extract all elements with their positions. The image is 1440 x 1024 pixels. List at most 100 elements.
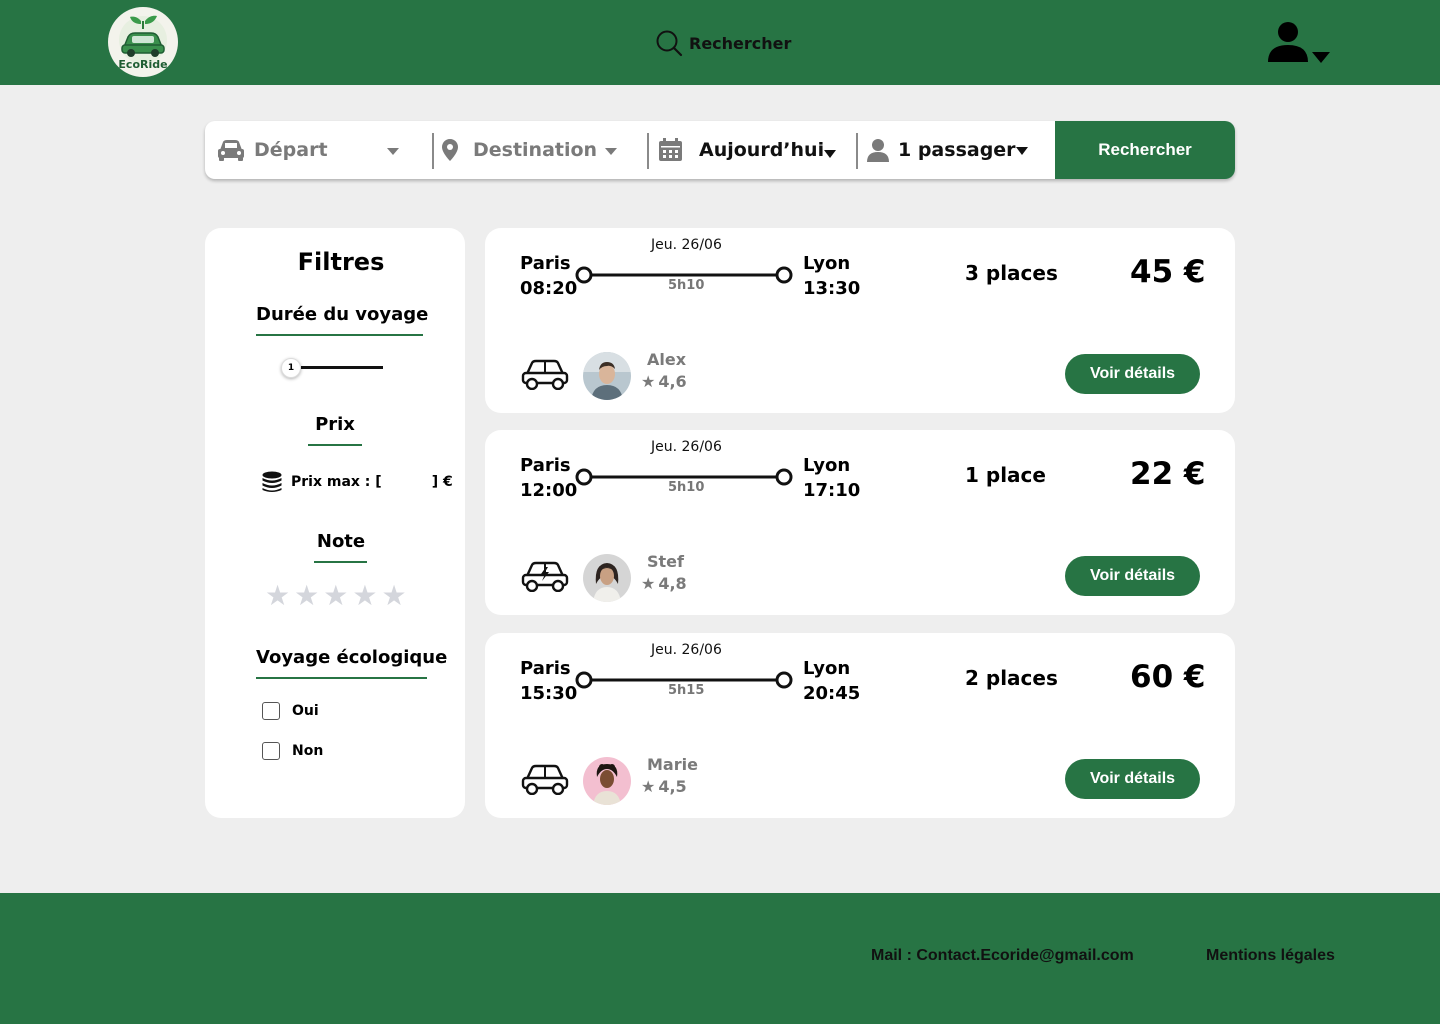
driver-rating: ★ 4,8 — [641, 574, 687, 593]
chevron-down-icon — [1312, 52, 1330, 63]
vehicle — [521, 560, 569, 596]
section-underline — [256, 677, 427, 679]
driver-photo — [583, 352, 631, 400]
footer: Mail : Contact.Ecoride@gmail.com Mention… — [0, 893, 1440, 1024]
duration-slider-track[interactable] — [301, 366, 383, 369]
max-price-suffix: ] € — [431, 474, 453, 490]
rating-stars[interactable]: ★ ★ ★ ★ ★ — [265, 581, 407, 611]
departure-time: 08:20 — [520, 278, 578, 299]
section-underline — [256, 334, 423, 336]
vehicle — [521, 763, 569, 799]
header-search[interactable]: Rechercher — [655, 28, 791, 58]
view-details-button[interactable]: Voir détails — [1065, 354, 1200, 394]
checkbox[interactable] — [262, 742, 280, 760]
driver-name: Stef — [647, 552, 684, 571]
view-details-button[interactable]: Voir détails — [1065, 759, 1200, 799]
arrival-time: 13:30 — [803, 278, 861, 299]
user-icon — [867, 139, 889, 162]
top-header: EcoRide Rechercher — [0, 0, 1440, 85]
star-icon[interactable]: ★ — [352, 581, 377, 611]
seats-available: 2 places — [965, 666, 1058, 690]
trip-duration: 5h10 — [668, 480, 705, 495]
star-icon[interactable]: ★ — [265, 581, 290, 611]
departure-info: Paris 12:00 — [520, 453, 577, 503]
ecoride-logo[interactable]: EcoRide — [108, 7, 178, 77]
eco-option-no[interactable]: Non — [262, 742, 323, 760]
driver-rating-value: 4,8 — [658, 574, 687, 593]
departure-placeholder: Départ — [254, 139, 328, 161]
filters-title: Filtres — [297, 248, 385, 276]
max-price-input[interactable]: Prix max : [ ] € — [261, 471, 453, 493]
star-icon[interactable]: ★ — [323, 581, 348, 611]
trip-price: 60 € — [1130, 659, 1206, 695]
search-submit-button[interactable]: Rechercher — [1055, 121, 1235, 179]
footer-contact-mail[interactable]: Mail : Contact.Ecoride@gmail.com — [871, 947, 1134, 965]
chevron-down-icon — [605, 148, 617, 155]
eco-option-yes[interactable]: Oui — [262, 702, 319, 720]
driver-photo — [583, 554, 631, 602]
star-icon: ★ — [641, 777, 656, 796]
trip-duration: 5h10 — [668, 278, 705, 293]
view-details-button[interactable]: Voir détails — [1065, 556, 1200, 596]
departure-city: Paris — [520, 658, 571, 679]
logo-text: EcoRide — [118, 58, 168, 71]
passengers-field[interactable]: 1 passager — [866, 121, 1046, 179]
calendar-icon — [659, 138, 682, 161]
car-icon — [521, 359, 569, 391]
departure-time: 15:30 — [520, 683, 578, 704]
filters-panel: Filtres Durée du voyage 1 Prix Prix max … — [205, 228, 465, 818]
departure-city: Paris — [520, 253, 571, 274]
divider — [856, 133, 858, 169]
trip-price: 45 € — [1130, 254, 1206, 290]
duration-filter-title: Durée du voyage — [256, 304, 429, 325]
seats-available: 3 places — [965, 261, 1058, 285]
driver-avatar — [583, 757, 631, 805]
trip-date: Jeu. 26/06 — [651, 642, 722, 658]
map-pin-icon — [442, 139, 458, 161]
star-icon[interactable]: ★ — [381, 581, 406, 611]
chevron-down-icon — [1016, 147, 1028, 155]
seats-available: 1 place — [965, 463, 1046, 487]
search-icon — [656, 30, 683, 57]
arrival-info: Lyon 20:45 — [803, 656, 860, 706]
date-field[interactable]: Aujourd’hui — [658, 121, 848, 179]
departure-info: Paris 15:30 — [520, 656, 577, 706]
arrival-city: Lyon — [803, 658, 851, 679]
chevron-down-icon — [824, 150, 836, 158]
car-icon — [218, 140, 244, 161]
driver-avatar — [583, 554, 631, 602]
eco-option-label: Non — [292, 743, 324, 759]
driver-avatar — [583, 352, 631, 400]
driver-rating-value: 4,6 — [658, 372, 687, 391]
car-icon — [521, 764, 569, 796]
header-search-label: Rechercher — [689, 33, 792, 53]
date-value: Aujourd’hui — [699, 139, 825, 161]
destination-field[interactable]: Destination — [441, 121, 641, 179]
user-icon — [1268, 22, 1330, 63]
departure-city: Paris — [520, 455, 571, 476]
trip-card: Jeu. 26/06 Paris 08:20 5h10 Lyon 13:30 3… — [485, 228, 1235, 413]
arrival-city: Lyon — [803, 455, 851, 476]
arrival-city: Lyon — [803, 253, 851, 274]
rating-filter-title: Note — [316, 531, 366, 552]
arrival-time: 17:10 — [803, 480, 861, 501]
trip-date: Jeu. 26/06 — [651, 439, 722, 455]
trip-search-bar: Départ Destination Aujourd’hui 1 passage… — [205, 121, 1235, 179]
footer-legal-link[interactable]: Mentions légales — [1206, 947, 1335, 965]
duration-slider-handle[interactable]: 1 — [281, 358, 301, 378]
eco-option-label: Oui — [292, 703, 319, 719]
departure-field[interactable]: Départ — [217, 121, 427, 179]
checkbox[interactable] — [262, 702, 280, 720]
passengers-value: 1 passager — [898, 139, 1016, 161]
trip-price: 22 € — [1130, 456, 1206, 492]
star-icon: ★ — [641, 372, 656, 391]
chevron-down-icon — [387, 148, 399, 155]
driver-rating: ★ 4,5 — [641, 777, 687, 796]
star-icon[interactable]: ★ — [294, 581, 319, 611]
electric-car-icon — [521, 561, 569, 593]
driver-name: Marie — [647, 755, 698, 774]
departure-info: Paris 08:20 — [520, 251, 577, 301]
section-underline — [314, 561, 367, 563]
user-menu-button[interactable] — [1266, 20, 1332, 66]
arrival-info: Lyon 17:10 — [803, 453, 860, 503]
